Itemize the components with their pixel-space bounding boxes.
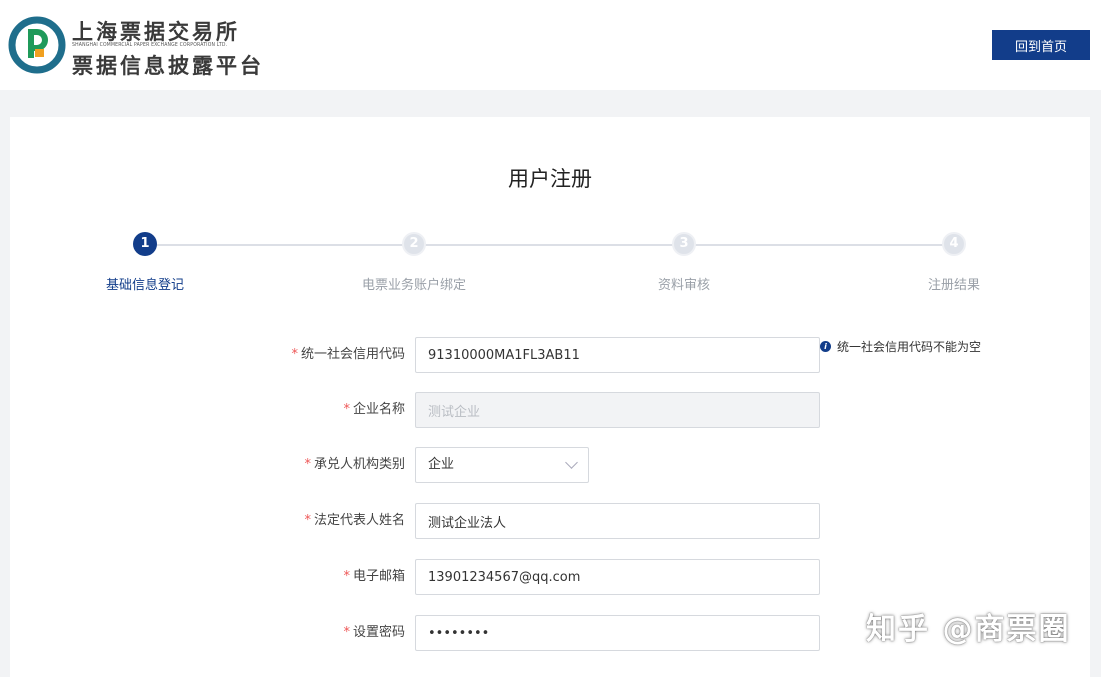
email-input[interactable]	[415, 559, 820, 595]
site-logo[interactable]: 上海票据交易所 SHANGHAI COMMERCIAL PAPER EXCHAN…	[8, 12, 268, 78]
step-4-label: 注册结果	[927, 278, 980, 293]
credit-code-input[interactable]	[415, 337, 820, 373]
password-label: * 设置密码	[343, 625, 405, 640]
acceptor-type-label: * 承兑人机构类别	[304, 457, 405, 472]
watermark-text: 知乎 @商票圈	[866, 612, 1071, 647]
step-4-circle: 4	[942, 232, 966, 256]
logo-english-name: SHANGHAI COMMERCIAL PAPER EXCHANGE CORPO…	[72, 42, 228, 48]
required-mark: *	[291, 347, 298, 362]
company-name-input	[415, 392, 820, 428]
steps-connector-line	[145, 244, 955, 246]
step-2-label: 电票业务账户绑定	[361, 278, 466, 293]
password-input[interactable]	[415, 615, 820, 651]
step-3-label: 资料审核	[657, 278, 710, 293]
required-mark: *	[304, 513, 311, 528]
email-label: * 电子邮箱	[343, 569, 405, 584]
required-mark: *	[343, 402, 350, 417]
required-mark: *	[304, 457, 311, 472]
page-title: 用户注册	[508, 167, 592, 191]
step-1-circle: 1	[133, 232, 157, 256]
info-icon: i	[820, 341, 831, 352]
chevron-down-icon	[565, 456, 578, 469]
required-mark: *	[343, 625, 350, 640]
step-2-circle: 2	[402, 232, 426, 256]
company-name-label: * 企业名称	[343, 402, 405, 417]
logo-mark-icon	[8, 16, 66, 74]
credit-code-label: * 统一社会信用代码	[291, 347, 405, 362]
legal-rep-input[interactable]	[415, 503, 820, 539]
logo-title-bottom: 票据信息披露平台	[72, 54, 264, 78]
legal-rep-label: * 法定代表人姓名	[304, 513, 405, 528]
acceptor-type-value: 企业	[428, 457, 455, 472]
step-3-circle: 3	[672, 232, 696, 256]
acceptor-type-select[interactable]: 企业	[415, 447, 589, 483]
registration-card: 用户注册 1 2 3 4 基础信息登记 电票业务账户绑定 资料审核 注册结果 *…	[10, 117, 1090, 677]
required-mark: *	[343, 569, 350, 584]
header-bar: 上海票据交易所 SHANGHAI COMMERCIAL PAPER EXCHAN…	[0, 0, 1101, 90]
back-home-button[interactable]: 回到首页	[992, 30, 1090, 60]
credit-code-hint: i 统一社会信用代码不能为空	[820, 339, 981, 355]
step-1-label: 基础信息登记	[105, 278, 184, 293]
